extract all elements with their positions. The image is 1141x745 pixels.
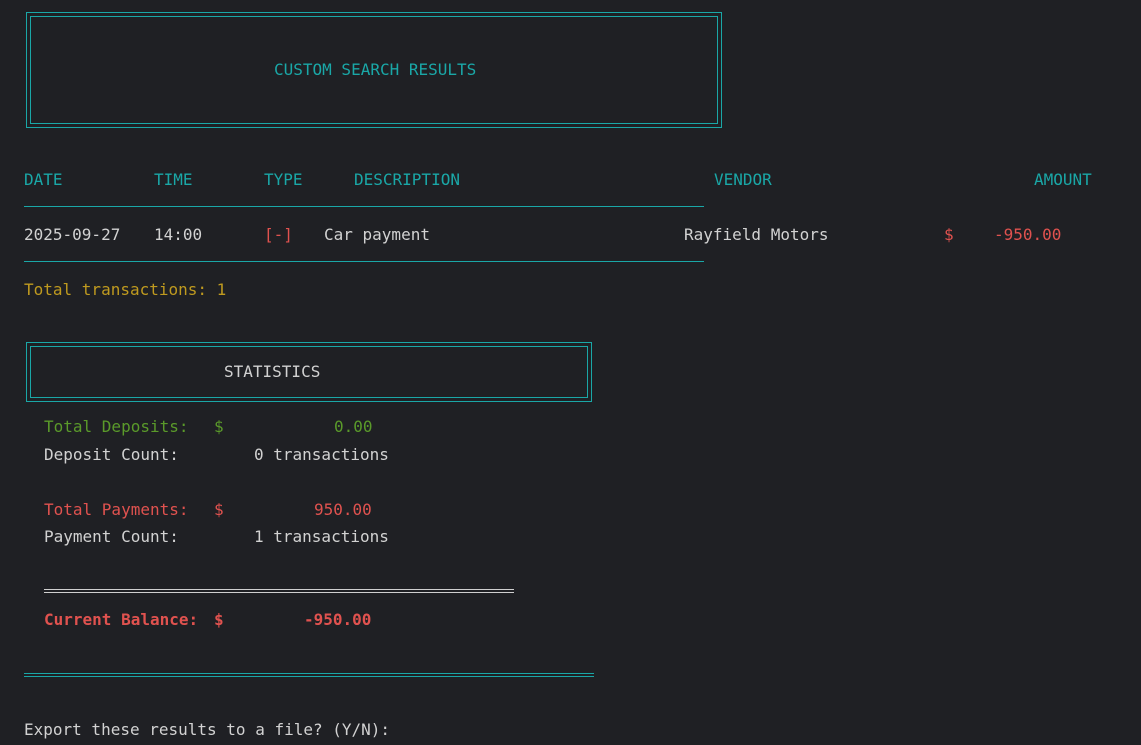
total-transactions: Total transactions: 1 [24,280,227,299]
total-deposits-value: 0.00 [334,417,373,436]
current-balance-label: Current Balance: [44,610,199,629]
total-payments-label: Total Payments: [44,500,189,519]
terminal-input-cursor[interactable] [418,720,428,740]
row-time: 14:00 [154,225,203,244]
current-balance-currency: $ [214,610,224,629]
deposit-count-label: Deposit Count: [44,445,179,464]
table-footer-divider [24,261,704,262]
statistics-title: STATISTICS [224,362,321,381]
column-header-type: TYPE [264,170,303,189]
total-payments-currency: $ [214,500,224,519]
table-header-divider [24,206,704,207]
column-header-time: TIME [154,170,193,189]
total-deposits-currency: $ [214,417,224,436]
column-header-vendor: VENDOR [714,170,772,189]
payment-count-value: 1 transactions [254,527,389,546]
column-header-date: DATE [24,170,63,189]
payment-count-label: Payment Count: [44,527,179,546]
row-currency: $ [944,225,954,244]
deposit-count-value: 0 transactions [254,445,389,464]
page-title: CUSTOM SEARCH RESULTS [274,60,477,79]
column-header-description: DESCRIPTION [354,170,460,189]
row-type: [-] [264,225,293,244]
column-header-amount: AMOUNT [1034,170,1092,189]
total-payments-value: 950.00 [314,500,372,519]
balance-separator [44,589,514,593]
current-balance-value: -950.00 [304,610,372,629]
row-date: 2025-09-27 [24,225,121,244]
row-vendor: Rayfield Motors [684,225,829,244]
export-prompt: Export these results to a file? (Y/N): [24,720,391,739]
row-description: Car payment [324,225,430,244]
statistics-footer-divider [24,673,594,677]
row-amount: -950.00 [994,225,1062,244]
total-deposits-label: Total Deposits: [44,417,189,436]
